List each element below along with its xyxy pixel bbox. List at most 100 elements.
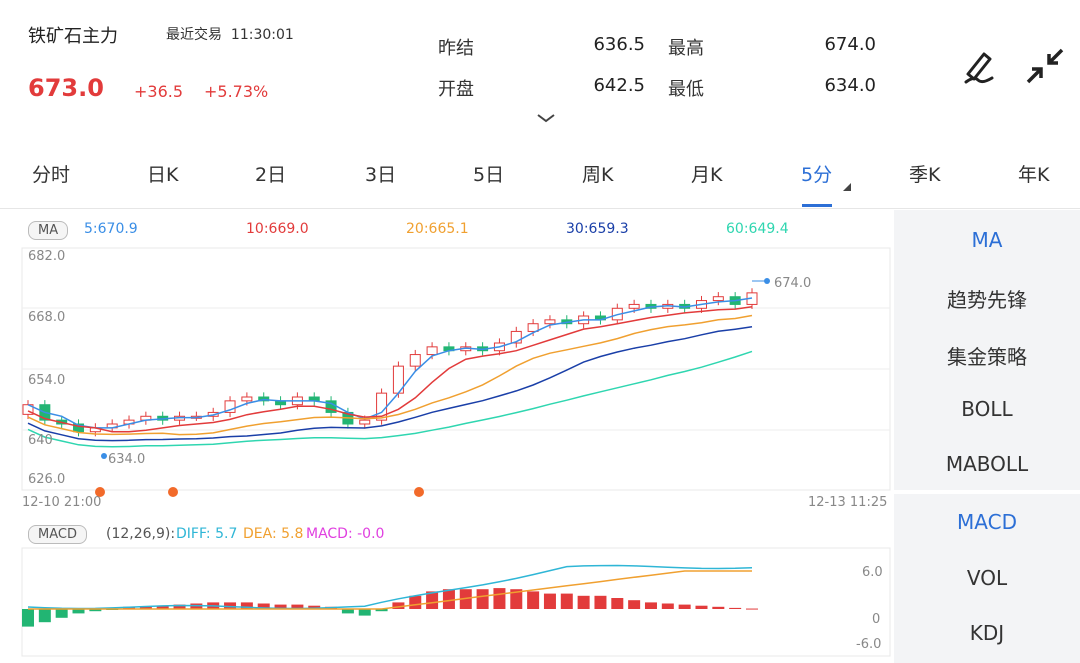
tab-week-k[interactable]: 周K — [582, 160, 613, 187]
macd-bar — [476, 589, 489, 609]
y-label-626: 626.0 — [28, 472, 66, 487]
candle-body — [308, 396, 320, 402]
macd-bar — [89, 609, 102, 612]
tab-5-day[interactable]: 5日 — [473, 160, 504, 187]
candle-body — [73, 423, 85, 433]
expand-chevron-icon[interactable] — [536, 112, 556, 124]
tab-3-day[interactable]: 3日 — [365, 160, 396, 187]
candle-body — [123, 419, 135, 425]
x-label-start: 12-10 21:00 — [22, 495, 102, 510]
ma60-value: 60:649.4 — [726, 221, 789, 237]
tab-year-k[interactable]: 年K — [1018, 160, 1049, 187]
candle-body — [527, 323, 539, 332]
candle-body — [628, 303, 640, 309]
macd-bar — [308, 605, 321, 609]
indicator-trend-pioneer[interactable]: 趋势先锋 — [894, 284, 1080, 313]
tab-2-day[interactable]: 2日 — [255, 160, 286, 187]
macd-bar — [224, 602, 237, 609]
macd-badge[interactable]: MACD — [28, 523, 87, 544]
macd-bar — [123, 606, 136, 609]
macd-bar — [190, 603, 203, 609]
tab-dropdown-icon[interactable] — [842, 182, 852, 192]
macd-bar — [611, 598, 624, 609]
macd-frame — [21, 547, 891, 657]
macd-bar — [55, 609, 68, 618]
ma-line — [27, 305, 753, 433]
low-marker-dot — [101, 453, 107, 459]
candle-body — [56, 419, 68, 425]
last-price: 673.0 — [28, 74, 104, 102]
candle-body — [645, 303, 657, 309]
macd-y-label-0: 0 — [872, 612, 881, 627]
ma-line — [27, 350, 753, 448]
macd-bar — [746, 608, 758, 610]
macd-bar — [678, 604, 691, 609]
candle-body — [544, 319, 556, 325]
tab-month-k[interactable]: 月K — [691, 160, 722, 187]
candle-body — [409, 354, 421, 367]
candle-body — [174, 415, 186, 421]
macd-bar — [22, 609, 34, 627]
macd-dea: DEA: 5.8 — [243, 526, 304, 542]
last-trade-time: 最近交易 11:30:01 — [166, 27, 294, 43]
ma-line — [27, 326, 753, 442]
macd-bar — [661, 603, 674, 609]
macd-dea-line — [28, 570, 752, 610]
collapse-arrows-icon[interactable] — [1024, 46, 1066, 86]
ma-line — [27, 297, 753, 429]
candle-body — [157, 415, 169, 421]
macd-bar — [510, 589, 523, 609]
x-label-end: 12-13 11:25 — [808, 495, 888, 510]
draw-pen-icon[interactable] — [958, 46, 1002, 86]
candle-body — [39, 404, 51, 421]
macd-diff: DIFF: 5.7 — [176, 526, 238, 542]
indicator-kdj[interactable]: KDJ — [894, 621, 1080, 645]
quote-value-low: 634.0 — [824, 75, 876, 96]
macd-bar — [409, 595, 422, 609]
tab-quarter-k[interactable]: 季K — [909, 160, 940, 187]
tab-intraday[interactable]: 分时 — [32, 160, 70, 187]
ma-badge[interactable]: MA — [28, 219, 69, 240]
candle-body — [460, 346, 472, 352]
macd-bar — [257, 603, 270, 609]
quote-label-low: 最低 — [668, 79, 704, 100]
candle-body — [291, 396, 303, 406]
ma10-value: 10:669.0 — [246, 221, 309, 237]
indicator-maboll[interactable]: MABOLL — [894, 452, 1080, 476]
candle-body — [493, 342, 505, 352]
y-label-668: 668.0 — [28, 310, 66, 325]
tabs-divider — [0, 208, 1080, 209]
high-marker-dot — [764, 278, 770, 284]
candle-body — [611, 307, 623, 321]
candle-body — [241, 396, 253, 402]
indicator-vol[interactable]: VOL — [894, 566, 1080, 590]
candle-body — [224, 400, 236, 413]
quote-value-open: 642.5 — [593, 75, 645, 96]
indicator-sidebar-bottom: MACD VOL KDJ — [894, 494, 1080, 663]
high-price-marker: 674.0 — [774, 276, 812, 291]
chart-frame — [21, 247, 891, 491]
event-dot — [414, 487, 424, 497]
macd-params: (12,26,9): — [106, 526, 176, 542]
indicator-ma[interactable]: MA — [894, 228, 1080, 252]
period-tabs: 分时 日K 2日 3日 5日 周K 月K 5分 季K 年K — [0, 150, 1080, 207]
indicator-fund-strategy[interactable]: 集金策略 — [894, 341, 1080, 370]
macd-bar — [38, 609, 51, 623]
indicator-boll[interactable]: BOLL — [894, 397, 1080, 421]
price-change-percent: +5.73% — [204, 82, 269, 101]
candle-body — [258, 396, 270, 402]
candle-body — [477, 346, 489, 352]
macd-bar — [291, 604, 304, 609]
candle-body — [695, 300, 707, 309]
active-tab-indicator — [802, 204, 832, 207]
tab-day-k[interactable]: 日K — [147, 160, 178, 187]
candle-body — [662, 303, 674, 309]
candle-body — [207, 411, 219, 417]
tab-5-min[interactable]: 5分 — [801, 160, 832, 187]
candle-body — [106, 423, 118, 429]
y-label-640: 640 — [28, 433, 53, 448]
indicator-macd[interactable]: MACD — [894, 510, 1080, 534]
y-label-654: 654.0 — [28, 373, 66, 388]
macd-bar — [325, 606, 338, 609]
macd-bar — [156, 605, 169, 609]
